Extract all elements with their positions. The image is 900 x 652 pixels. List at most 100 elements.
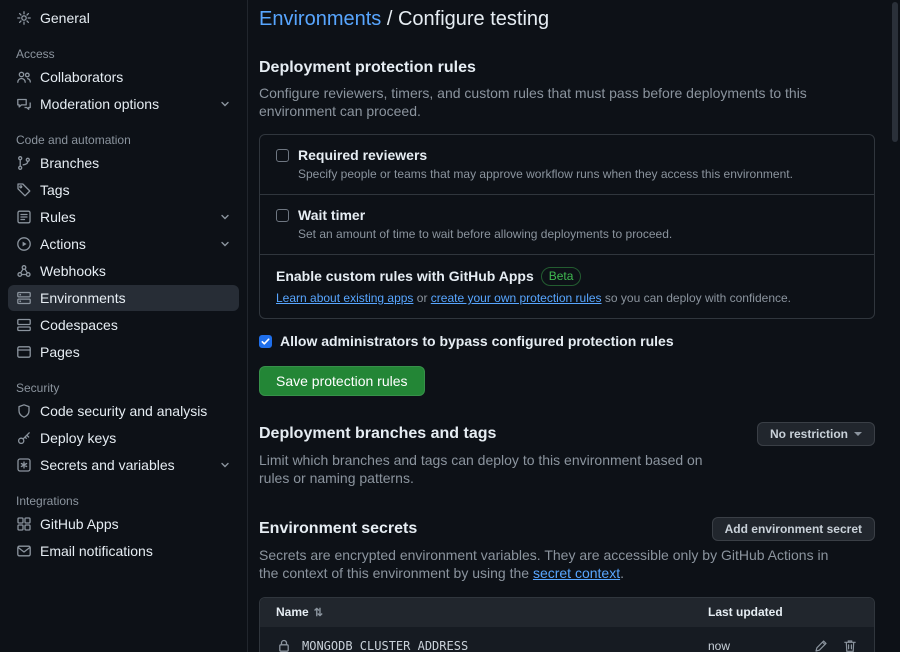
secrets-table-header: Name ⇅ Last updated: [260, 598, 874, 626]
sidebar-item-actions[interactable]: Actions: [8, 231, 239, 257]
save-protection-rules-button[interactable]: Save protection rules: [259, 366, 425, 396]
bypass-row: Allow administrators to bypass configure…: [259, 333, 875, 350]
sidebar-item-email-notifications[interactable]: Email notifications: [8, 538, 239, 564]
chevron-down-icon: [219, 238, 231, 250]
secret-updated: now: [708, 639, 794, 652]
sidebar-item-secrets-variables[interactable]: Secrets and variables: [8, 452, 239, 478]
create-protection-rules-link[interactable]: create your own protection rules: [431, 291, 602, 305]
required-reviewers-description: Specify people or teams that may approve…: [298, 167, 858, 182]
sidebar-item-branches[interactable]: Branches: [8, 150, 239, 176]
sidebar-item-moderation-options[interactable]: Moderation options: [8, 91, 239, 117]
name-column-header[interactable]: Name: [276, 605, 309, 619]
sidebar-item-label: Email notifications: [40, 543, 231, 559]
scrollbar[interactable]: [892, 2, 898, 142]
sidebar-item-label: Actions: [40, 236, 211, 252]
required-reviewers-label[interactable]: Required reviewers: [298, 147, 427, 164]
git-branch-icon: [16, 155, 32, 171]
settings-sidebar: General Access Collaborators Moderation …: [0, 0, 248, 652]
custom-rules-conj: or: [413, 291, 430, 305]
sidebar-item-label: Tags: [40, 182, 231, 198]
sort-icon[interactable]: ⇅: [314, 606, 323, 619]
custom-rules-links: Learn about existing apps or create your…: [276, 290, 858, 306]
sidebar-section-security: Security: [16, 381, 231, 395]
custom-rules-suffix: so you can deploy with confidence.: [602, 291, 791, 305]
sidebar-item-environments[interactable]: Environments: [8, 285, 239, 311]
branches-description: Limit which branches and tags can deploy…: [259, 451, 729, 487]
required-reviewers-row: Required reviewers Specify people or tea…: [260, 135, 874, 195]
required-reviewers-checkbox[interactable]: [276, 149, 289, 162]
key-asterisk-icon: [16, 457, 32, 473]
custom-rules-label: Enable custom rules with GitHub Apps: [276, 268, 534, 284]
dropdown-caret-icon: [854, 432, 862, 436]
breadcrumb-environments-link[interactable]: Environments: [259, 8, 381, 30]
table-row: MONGODB_CLUSTER_ADDRESS now: [260, 626, 874, 652]
server-icon: [16, 290, 32, 306]
environment-secrets-section: Environment secrets Add environment secr…: [259, 517, 875, 652]
bypass-label[interactable]: Allow administrators to bypass configure…: [280, 333, 674, 350]
webhook-icon: [16, 263, 32, 279]
sidebar-item-label: Deploy keys: [40, 430, 231, 446]
branch-restriction-label: No restriction: [770, 427, 848, 441]
sidebar-item-label: Codespaces: [40, 317, 231, 333]
sidebar-item-pages[interactable]: Pages: [8, 339, 239, 365]
custom-rules-row: Enable custom rules with GitHub Apps Beta…: [260, 255, 874, 318]
secret-name: MONGODB_CLUSTER_ADDRESS: [302, 639, 468, 652]
sidebar-item-code-security[interactable]: Code security and analysis: [8, 398, 239, 424]
branches-heading: Deployment branches and tags: [259, 422, 496, 446]
wait-timer-checkbox[interactable]: [276, 209, 289, 222]
secrets-table: Name ⇅ Last updated MONGODB_CLUSTER_ADDR…: [259, 597, 875, 652]
sidebar-item-label: Environments: [40, 290, 231, 306]
add-environment-secret-button[interactable]: Add environment secret: [712, 517, 875, 541]
wait-timer-label[interactable]: Wait timer: [298, 207, 365, 224]
apps-icon: [16, 516, 32, 532]
last-updated-column-header: Last updated: [708, 605, 794, 619]
people-icon: [16, 69, 32, 85]
sidebar-item-label: Code security and analysis: [40, 403, 231, 419]
wait-timer-row: Wait timer Set an amount of time to wait…: [260, 195, 874, 255]
sidebar-item-general[interactable]: General: [8, 5, 239, 31]
codespaces-icon: [16, 317, 32, 333]
secret-context-link[interactable]: secret context: [533, 565, 620, 581]
browser-icon: [16, 344, 32, 360]
sidebar-item-label: Secrets and variables: [40, 457, 211, 473]
sidebar-item-collaborators[interactable]: Collaborators: [8, 64, 239, 90]
secrets-heading: Environment secrets: [259, 517, 417, 541]
tag-icon: [16, 182, 32, 198]
sidebar-section-code-automation: Code and automation: [16, 133, 231, 147]
beta-badge: Beta: [541, 267, 582, 286]
sidebar-item-codespaces[interactable]: Codespaces: [8, 312, 239, 338]
protection-description: Configure reviewers, timers, and custom …: [259, 84, 875, 120]
pencil-icon: [813, 638, 829, 652]
chevron-down-icon: [219, 211, 231, 223]
sidebar-item-label: Rules: [40, 209, 211, 225]
protection-heading: Deployment protection rules: [259, 56, 875, 80]
secrets-description-period: .: [620, 565, 624, 581]
sidebar-item-rules[interactable]: Rules: [8, 204, 239, 230]
gear-icon: [16, 10, 32, 26]
wait-timer-description: Set an amount of time to wait before all…: [298, 227, 858, 242]
sidebar-item-webhooks[interactable]: Webhooks: [8, 258, 239, 284]
deployment-branches-section: Deployment branches and tags No restrict…: [259, 422, 875, 487]
key-icon: [16, 430, 32, 446]
discussion-icon: [16, 96, 32, 112]
sidebar-item-github-apps[interactable]: GitHub Apps: [8, 511, 239, 537]
lock-icon: [276, 638, 292, 652]
learn-existing-apps-link[interactable]: Learn about existing apps: [276, 291, 413, 305]
sidebar-item-deploy-keys[interactable]: Deploy keys: [8, 425, 239, 451]
environment-settings-main: Environments / Configure testing Deploym…: [248, 0, 900, 652]
sidebar-item-label: Pages: [40, 344, 231, 360]
edit-secret-button[interactable]: [813, 638, 829, 652]
breadcrumb-separator: /: [381, 8, 398, 30]
sidebar-item-label: Webhooks: [40, 263, 231, 279]
sidebar-item-label: General: [40, 10, 231, 26]
delete-secret-button[interactable]: [842, 638, 858, 652]
sidebar-item-label: Branches: [40, 155, 231, 171]
bypass-checkbox[interactable]: [259, 335, 272, 348]
chevron-down-icon: [219, 98, 231, 110]
branch-restriction-dropdown[interactable]: No restriction: [757, 422, 875, 446]
shield-icon: [16, 403, 32, 419]
play-icon: [16, 236, 32, 252]
sidebar-item-tags[interactable]: Tags: [8, 177, 239, 203]
protection-rules-box: Required reviewers Specify people or tea…: [259, 134, 875, 319]
rules-icon: [16, 209, 32, 225]
